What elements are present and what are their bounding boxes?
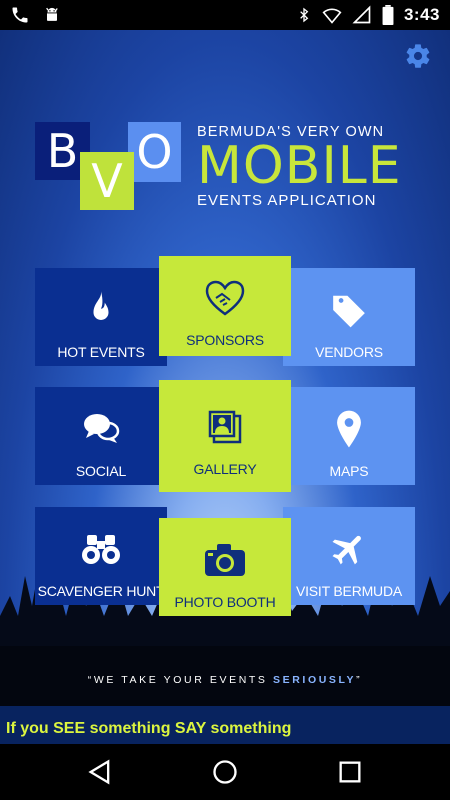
tile-label: SPONSORS (186, 332, 264, 348)
logo-mobile-text: MOBILE (197, 136, 402, 196)
scavenger-hunt-tile[interactable]: SCAVENGER HUNT (35, 507, 167, 605)
tile-label: PHOTO BOOTH (174, 594, 276, 610)
battery-icon (382, 5, 394, 25)
tile-label: VENDORS (315, 344, 383, 360)
visit-bermuda-tile[interactable]: VISIT BERMUDA (283, 507, 415, 605)
gallery-tile[interactable]: GALLERY (159, 380, 291, 492)
tagline: “WE TAKE YOUR EVENTS SERIOUSLY” (0, 674, 450, 686)
tag-icon (333, 295, 365, 328)
tagline-close-quote: ” (356, 674, 363, 686)
app-screen: B O V BERMUDA'S VERY OWN MOBILE EVENTS A… (0, 30, 450, 706)
settings-gear-icon[interactable] (404, 42, 432, 70)
maps-tile[interactable]: MAPS (283, 387, 415, 485)
binoculars-icon (82, 535, 120, 564)
tile-label: SCAVENGER HUNT (37, 583, 165, 599)
logo-letter-o: O (128, 122, 181, 182)
phone-icon (12, 7, 28, 23)
camera-icon (205, 544, 245, 576)
tile-label: MAPS (329, 463, 369, 479)
tile-label: VISIT BERMUDA (295, 583, 403, 599)
chat-bubbles-icon (84, 414, 120, 443)
safety-banner-text: If you SEE something SAY something (6, 720, 292, 737)
status-bar: 3:43 (0, 0, 450, 30)
logo-letter-v: V (80, 152, 134, 210)
tagline-emphasis: SERIOUSLY (273, 674, 357, 686)
hot-events-tile[interactable]: HOT EVENTS (35, 268, 167, 366)
tile-label: SOCIAL (75, 463, 127, 479)
bluetooth-icon (300, 7, 309, 23)
flame-icon (93, 291, 109, 320)
wifi-icon (322, 8, 342, 24)
bvo-logo: B O V BERMUDA'S VERY OWN MOBILE EVENTS A… (35, 122, 420, 232)
android-icon (46, 7, 58, 21)
photo-booth-tile[interactable]: PHOTO BOOTH (159, 518, 291, 616)
android-nav-bar (0, 744, 450, 800)
tagline-main: WE TAKE YOUR EVENTS (93, 674, 274, 686)
recents-icon[interactable] (336, 758, 364, 786)
no-signal-icon (352, 5, 371, 24)
safety-banner: If you SEE something SAY something (0, 706, 450, 744)
map-pin-icon (337, 410, 361, 448)
airplane-icon (332, 535, 361, 565)
sponsors-tile[interactable]: SPONSORS (159, 256, 291, 356)
home-icon[interactable] (211, 758, 239, 786)
tile-label: GALLERY (193, 461, 257, 477)
social-tile[interactable]: SOCIAL (35, 387, 167, 485)
tile-label: HOT EVENTS (57, 344, 145, 360)
photo-gallery-icon (208, 410, 242, 444)
back-icon[interactable] (86, 758, 114, 786)
clock: 3:43 (403, 5, 440, 24)
vendors-tile[interactable]: VENDORS (283, 268, 415, 366)
handshake-heart-icon (205, 280, 245, 316)
